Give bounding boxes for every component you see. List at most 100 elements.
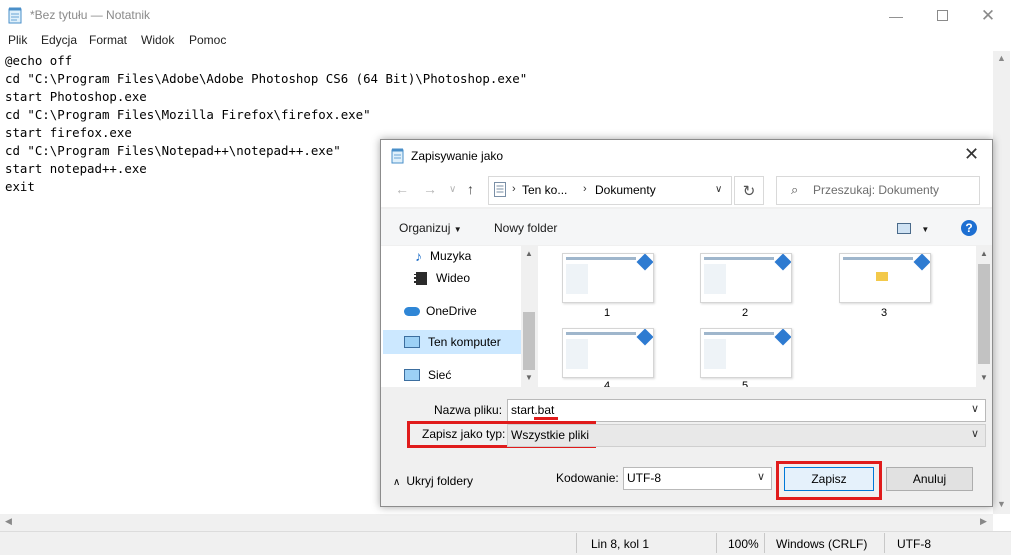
file-thumbnail[interactable] [700,328,792,378]
chevron-down-icon[interactable]: ∨ [971,402,979,415]
nav-item-network[interactable]: Sieć [404,368,451,382]
scroll-down-icon[interactable]: ▼ [997,499,1006,509]
scroll-up-icon[interactable]: ▲ [525,249,533,258]
view-options-button[interactable]: ▼ [897,221,929,235]
status-zoom: 100% [728,537,759,551]
network-icon [404,369,420,381]
organize-button[interactable]: Organizuj ▼ [399,221,462,235]
filetype-select[interactable]: Wszystkie pliki ∨ [507,424,986,447]
dialog-close-button[interactable]: ✕ [964,144,979,165]
music-note-icon: ♪ [415,248,422,264]
encoding-label: Kodowanie: [556,471,619,485]
scroll-down-icon[interactable]: ▼ [525,373,533,382]
file-thumbnail[interactable] [700,253,792,303]
scroll-up-icon[interactable]: ▲ [997,53,1006,63]
refresh-icon: ↻ [742,182,756,200]
breadcrumb-documents[interactable]: Dokumenty [595,183,656,197]
file-name: 5 [741,380,749,387]
maximize-button[interactable] [919,0,965,31]
search-icon: ⌕ [791,182,799,197]
nav-item-music[interactable]: ♪ Muzyka [415,248,471,264]
status-line-endings: Windows (CRLF) [776,537,868,551]
close-window-button[interactable]: ✕ [965,0,1011,31]
menu-help[interactable]: Pomoc [189,33,226,47]
address-dropdown-chevron-icon[interactable]: ∨ [715,184,722,195]
cancel-button[interactable]: Anuluj [886,467,973,491]
computer-icon [404,336,420,348]
back-arrow-icon[interactable]: ← [395,181,409,197]
scroll-right-icon[interactable]: ▶ [980,516,987,527]
help-icon[interactable]: ? [961,220,977,236]
encoding-select[interactable]: UTF-8 ∨ [623,467,772,490]
view-layout-icon [897,223,911,235]
shortcut-arrow-icon [636,329,653,346]
hide-folders-button[interactable]: ∧ Ukryj foldery [393,474,473,488]
scroll-up-icon[interactable]: ▲ [980,249,988,258]
thumbnail-preview [704,332,774,335]
nav-item-video[interactable]: Wideo [414,271,470,285]
notepad-app-icon [8,7,22,24]
minimize-button[interactable]: — [873,0,919,31]
filename-label: Nazwa pliku: [434,403,503,417]
nav-item-this-pc[interactable]: Ten komputer [383,330,521,354]
refresh-button[interactable]: ↻ [734,176,764,205]
thumbnail-preview [566,257,636,260]
recent-locations-chevron-icon[interactable]: ∨ [449,184,456,195]
filename-input[interactable]: start.bat ∨ [507,399,986,422]
nav-pane-scrollbar[interactable]: ▲ ▼ [521,246,537,387]
file-name: 3 [880,307,888,319]
thumbnail-preview [566,339,588,369]
save-as-dialog: Zapisywanie jako ✕ ← → ∨ ↑ › Ten ko... ›… [380,139,993,507]
shortcut-arrow-icon [913,254,930,271]
close-icon: ✕ [964,144,980,164]
scrollbar-thumb[interactable] [978,264,990,364]
file-thumbnail[interactable] [562,253,654,303]
scroll-down-icon[interactable]: ▼ [980,373,988,382]
dialog-title: Zapisywanie jako [411,149,504,163]
vertical-scrollbar[interactable]: ▲ ▼ [993,51,1010,514]
file-name: 4 [603,380,611,387]
forward-arrow-icon[interactable]: → [423,181,437,197]
menu-edit[interactable]: Edycja [41,33,77,47]
breadcrumb-this-pc[interactable]: Ten ko... [522,183,567,197]
thumbnail-preview [566,264,588,294]
scrollbar-thumb[interactable] [523,312,535,370]
filename-value: start.bat [511,403,555,417]
chevron-down-icon[interactable]: ∨ [971,427,979,440]
nav-item-onedrive[interactable]: OneDrive [404,304,477,318]
up-arrow-icon[interactable]: ↑ [467,181,474,197]
thumbnail-preview [704,257,774,260]
search-placeholder: Przeszukaj: Dokumenty [813,183,940,197]
filetype-label: Zapisz jako typ: [422,427,506,441]
menu-file[interactable]: Plik [8,33,27,47]
hide-folders-label: Ukryj foldery [406,474,474,488]
organize-label: Organizuj [399,221,451,235]
new-folder-button[interactable]: Nowy folder [494,221,557,235]
nav-item-label: Sieć [428,368,452,382]
thumbnail-preview [566,332,636,335]
save-button[interactable]: Zapisz [784,467,874,491]
file-list-scrollbar[interactable]: ▲ ▼ [976,246,992,387]
address-bar[interactable]: › Ten ko... › Dokumenty ∨ [488,176,732,205]
minimize-icon: — [889,7,903,24]
nav-item-label: Ten komputer [428,335,501,349]
horizontal-scrollbar[interactable]: ◀ ▶ [0,514,993,531]
chevron-down-icon: ▼ [453,225,462,234]
notepad-app-icon [391,148,404,164]
search-box[interactable]: ⌕ Przeszukaj: Dokumenty [776,176,980,205]
shortcut-arrow-icon [774,254,791,271]
cloud-icon [404,306,420,316]
file-thumbnail[interactable] [839,253,931,303]
menu-view[interactable]: Widok [141,33,174,47]
file-thumbnail[interactable] [562,328,654,378]
thumbnail-preview [843,257,913,260]
notepad-titlebar [0,0,1011,31]
menu-format[interactable]: Format [89,33,127,47]
chevron-up-icon: ∧ [393,477,401,488]
thumbnail-preview [704,264,726,294]
status-encoding: UTF-8 [897,537,931,551]
scroll-left-icon[interactable]: ◀ [5,516,12,527]
chevron-down-icon: ▼ [921,225,930,234]
maximize-icon [936,10,948,21]
chevron-down-icon[interactable]: ∨ [757,470,765,483]
